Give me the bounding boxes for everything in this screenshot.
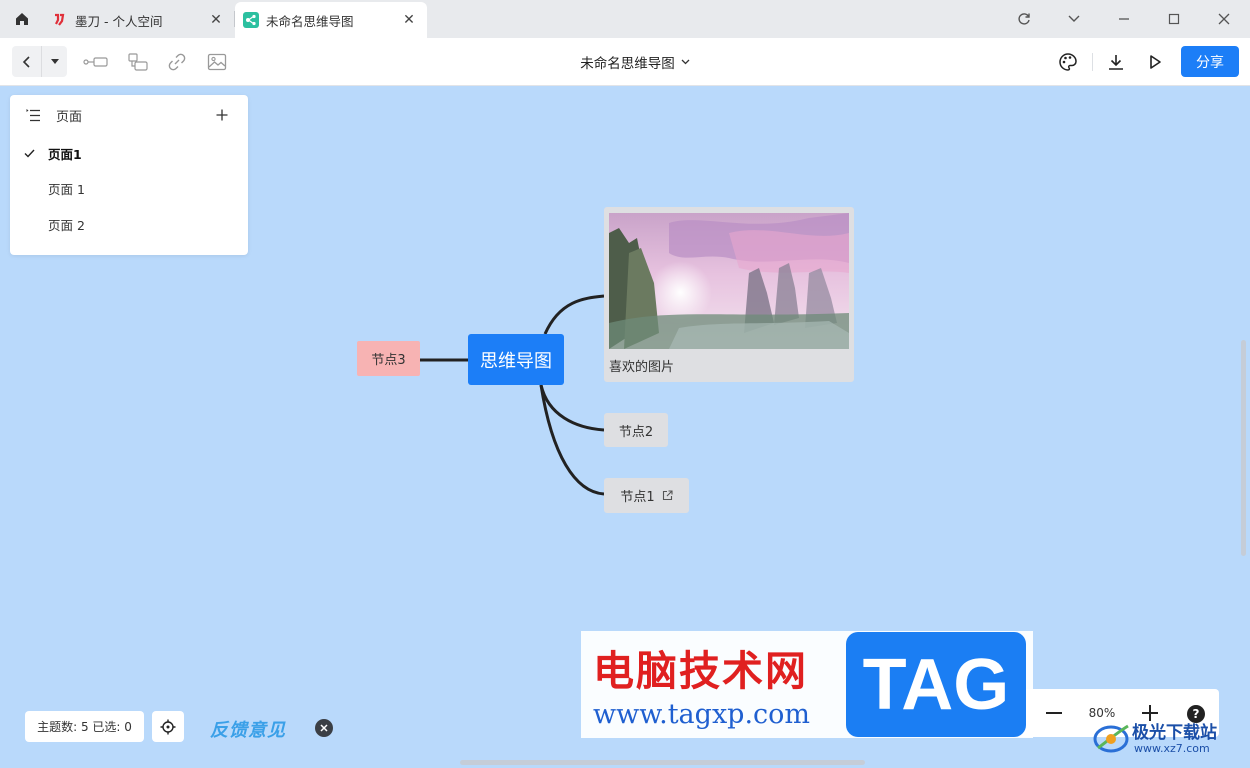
watermark-xz-name: 极光下载站 bbox=[1132, 723, 1217, 743]
watermark-site-name: 电脑技术网 bbox=[593, 647, 808, 695]
watermark-site-url: www.tagxp.com bbox=[593, 699, 811, 730]
feedback-link[interactable]: 反馈意见 bbox=[210, 716, 286, 742]
mindmap-image-node[interactable]: 喜欢的图片 bbox=[604, 207, 854, 382]
topic-count-status: 主题数: 5 已选: 0 bbox=[25, 711, 144, 742]
fantasy-landscape-image bbox=[609, 213, 849, 349]
watermark-xz-url: www.xz7.com bbox=[1134, 742, 1210, 755]
tagxp-watermark: 电脑技术网 www.tagxp.com TAG bbox=[581, 631, 1033, 738]
horizontal-scrollbar[interactable] bbox=[460, 760, 865, 765]
external-link-icon[interactable] bbox=[662, 490, 673, 501]
image-node-caption: 喜欢的图片 bbox=[609, 360, 675, 375]
node-label: 节点1 bbox=[620, 490, 655, 505]
mindmap-root-node[interactable]: 思维导图 bbox=[468, 334, 564, 385]
close-feedback-icon[interactable] bbox=[315, 719, 333, 737]
vertical-scrollbar[interactable] bbox=[1241, 340, 1246, 556]
locate-center-icon[interactable] bbox=[152, 711, 184, 742]
mindmap-node-3[interactable]: 节点3 bbox=[357, 341, 420, 376]
aurora-logo-icon bbox=[1092, 720, 1130, 760]
xz7-watermark: 极光下载站 www.xz7.com bbox=[1088, 716, 1248, 764]
zoom-out-icon[interactable] bbox=[1042, 701, 1066, 725]
mindmap-node-2[interactable]: 节点2 bbox=[604, 413, 668, 447]
mindmap-node-1[interactable]: 节点1 bbox=[604, 478, 689, 513]
watermark-tag-badge: TAG bbox=[846, 632, 1026, 737]
